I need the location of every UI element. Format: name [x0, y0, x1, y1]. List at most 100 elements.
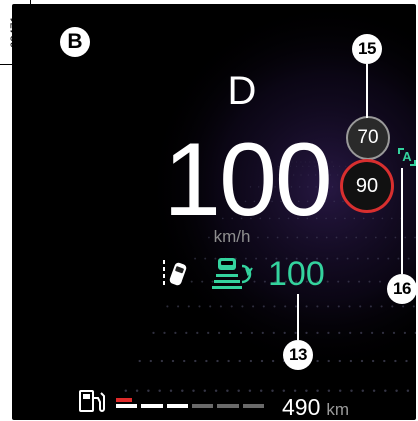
- grid-dot: [395, 389, 398, 392]
- grid-dot: [377, 257, 380, 260]
- grid-dot: [336, 257, 339, 260]
- grid-dot: [183, 359, 186, 363]
- grid-dot: [407, 257, 410, 260]
- grid-dot: [216, 359, 219, 363]
- grid-dot: [326, 280, 329, 283]
- grid-dot: [355, 236, 358, 239]
- grid-dot: [392, 331, 396, 335]
- grid-dot: [316, 331, 319, 335]
- grid-dot: [338, 359, 341, 363]
- grid-dot: [387, 257, 390, 260]
- grid-dot: [362, 217, 365, 220]
- grid-dot: [181, 389, 184, 392]
- grid-dot: [169, 389, 173, 392]
- grid-dot: [414, 236, 416, 239]
- grid-dot: [405, 359, 408, 363]
- grid-dot: [406, 389, 410, 392]
- grid-dot: [226, 389, 229, 392]
- grid-dot: [402, 305, 405, 308]
- grid-dot: [338, 331, 341, 335]
- grid-dot: [394, 236, 397, 239]
- grid-dot: [187, 305, 190, 308]
- grid-dot: [177, 305, 180, 308]
- grid-dot: [403, 331, 407, 335]
- grid-dot: [259, 389, 263, 392]
- speed-readout: 100: [163, 122, 333, 238]
- grid-dot: [124, 389, 128, 392]
- grid-dot: [305, 305, 308, 308]
- grid-dot: [228, 331, 232, 335]
- grid-dot: [219, 305, 222, 308]
- grid-dot: [185, 331, 188, 335]
- grid-dot: [166, 305, 169, 308]
- grid-dot: [381, 331, 385, 335]
- grid-dot: [271, 389, 274, 392]
- grid-dot: [196, 331, 199, 335]
- grid-dot: [360, 359, 364, 363]
- fuel-pump-icon: [79, 390, 105, 412]
- grid-dot: [252, 305, 255, 308]
- grid-dot: [412, 305, 415, 308]
- grid-dot: [249, 359, 253, 363]
- grid-dot: [192, 389, 195, 392]
- grid-dot: [152, 331, 155, 335]
- cruise-set-speed: 100: [268, 255, 325, 293]
- grid-dot: [204, 257, 207, 260]
- grid-dot: [250, 331, 254, 335]
- grid-dot: [272, 331, 275, 335]
- grid-dot: [348, 305, 351, 308]
- grid-dot: [263, 280, 266, 283]
- grid-dot: [381, 217, 384, 220]
- grid-dot: [198, 305, 201, 308]
- grid-dot: [349, 359, 353, 363]
- grid-dot: [138, 359, 141, 363]
- adaptive-cruise-icon: [212, 258, 253, 289]
- grid-dot: [305, 389, 308, 392]
- grid-dot: [379, 280, 381, 283]
- grid-dot: [262, 305, 265, 308]
- grid-dot: [337, 305, 340, 308]
- speed-limiter-set-value: 70: [346, 116, 390, 160]
- grid-dot: [265, 257, 268, 260]
- grid-dot: [327, 359, 330, 363]
- grid-dot: [327, 331, 330, 335]
- grid-dot: [273, 305, 276, 308]
- grid-dot: [207, 331, 210, 335]
- grid-dot: [380, 305, 383, 308]
- grid-dot: [171, 359, 175, 363]
- grid-dot: [135, 389, 139, 392]
- callout-15: 15: [352, 34, 382, 64]
- grid-dot: [337, 280, 340, 283]
- fuel-low-marker: [116, 398, 132, 402]
- grid-dot: [203, 389, 207, 392]
- grid-dot: [326, 257, 329, 260]
- fuel-range-readout: 490 km: [282, 394, 349, 420]
- grid-dot: [293, 389, 297, 392]
- grid-dot: [201, 280, 204, 283]
- gear-indicator: D: [227, 69, 257, 113]
- grid-dot: [369, 305, 372, 308]
- grid-dot: [335, 236, 338, 239]
- grid-dot: [239, 331, 243, 335]
- grid-dot: [260, 359, 264, 363]
- grid-dot: [372, 389, 376, 392]
- grid-dot: [248, 389, 252, 392]
- callout-15-leader-line: [366, 64, 368, 118]
- grid-dot: [368, 280, 371, 283]
- grid-dot: [214, 389, 218, 392]
- grid-dot: [390, 217, 393, 220]
- instrument-cluster-screen: B D 100 km/h 70 90 A 100 15 16 13 490 km: [12, 4, 416, 420]
- grid-dot: [158, 389, 161, 392]
- grid-dot: [241, 305, 244, 308]
- grid-dot: [237, 389, 240, 392]
- callout-13: 13: [283, 340, 313, 370]
- grid-dot: [394, 359, 397, 363]
- lane-change-car-icon: [163, 260, 187, 286]
- grid-dot: [384, 236, 387, 239]
- grid-dot: [404, 236, 407, 239]
- grid-dot: [147, 389, 150, 392]
- grid-dot: [238, 359, 241, 363]
- fuel-gauge-segment: [192, 404, 214, 408]
- grid-dot: [344, 217, 346, 220]
- grid-dot: [345, 236, 348, 239]
